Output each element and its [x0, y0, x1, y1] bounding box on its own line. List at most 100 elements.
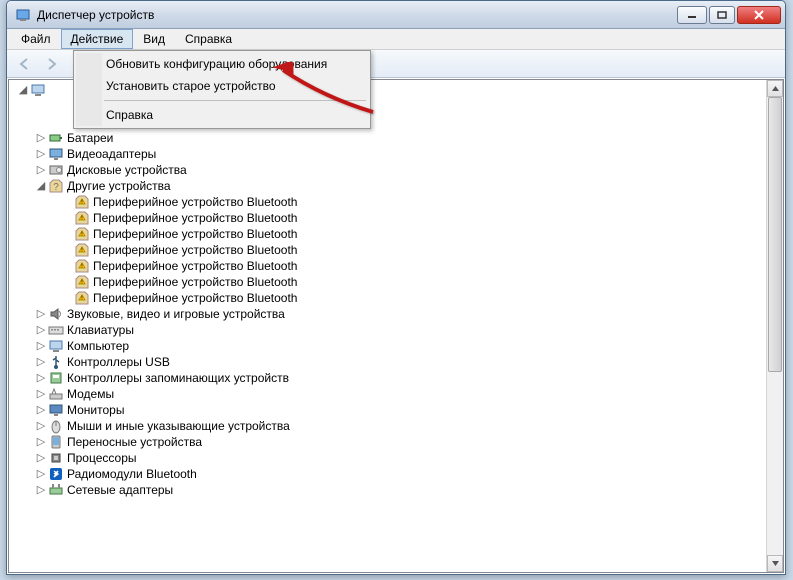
- portable-icon: [48, 434, 64, 450]
- scroll-down-button[interactable]: [767, 555, 783, 572]
- expander-icon[interactable]: ▷: [35, 482, 47, 498]
- tree-item-label[interactable]: Периферийное устройство Bluetooth: [93, 274, 297, 290]
- menu-help[interactable]: Справка: [175, 29, 242, 49]
- tree-item[interactable]: ▷ Сетевые адаптеры: [13, 482, 765, 498]
- tree-item[interactable]: ▷ Мониторы: [13, 402, 765, 418]
- menu-file[interactable]: Файл: [11, 29, 61, 49]
- tree-item-label[interactable]: Периферийное устройство Bluetooth: [93, 226, 297, 242]
- warn-icon: !: [74, 210, 90, 226]
- computer-icon: [30, 82, 46, 98]
- scroll-track[interactable]: [767, 97, 783, 555]
- tree-item-label[interactable]: Периферийное устройство Bluetooth: [93, 242, 297, 258]
- minimize-button[interactable]: [677, 6, 707, 24]
- tree-item-label[interactable]: Батареи: [67, 130, 113, 146]
- expander-icon[interactable]: ▷: [35, 354, 47, 370]
- tree-item[interactable]: ▷ Процессоры: [13, 450, 765, 466]
- tree-item[interactable]: ▷ Контроллеры запоминающих устройств: [13, 370, 765, 386]
- battery-icon: [48, 130, 64, 146]
- expander-icon[interactable]: ▷: [35, 450, 47, 466]
- tree-item-label[interactable]: Периферийное устройство Bluetooth: [93, 210, 297, 226]
- tree-item[interactable]: !Периферийное устройство Bluetooth: [13, 242, 765, 258]
- client-area: ◢ ▷ ▷ ▷ Батареи ▷ Видеоадаптеры ▷ Дисковые ус…: [8, 79, 784, 573]
- expander-icon[interactable]: ▷: [35, 130, 47, 146]
- tree-item[interactable]: ▷ Мыши и иные указывающие устройства: [13, 418, 765, 434]
- tree-item[interactable]: ▷ Звуковые, видео и игровые устройства: [13, 306, 765, 322]
- scroll-thumb[interactable]: [768, 97, 782, 372]
- tree-item[interactable]: ▷ Видеоадаптеры: [13, 146, 765, 162]
- tree-item[interactable]: ▷ Переносные устройства: [13, 434, 765, 450]
- expander-icon[interactable]: ▷: [35, 418, 47, 434]
- expander-icon[interactable]: ▷: [35, 434, 47, 450]
- menubar: Файл Действие Вид Справка: [7, 29, 785, 50]
- tree-item[interactable]: !Периферийное устройство Bluetooth: [13, 274, 765, 290]
- expander-icon[interactable]: ▷: [35, 146, 47, 162]
- bluetooth-icon: [48, 466, 64, 482]
- expander-icon[interactable]: ▷: [35, 162, 47, 178]
- menu-separator: [104, 100, 366, 101]
- tree-item-label[interactable]: Периферийное устройство Bluetooth: [93, 290, 297, 306]
- expander-icon[interactable]: ▷: [35, 386, 47, 402]
- warn-icon: !: [74, 290, 90, 306]
- modem-icon: [48, 386, 64, 402]
- forward-button[interactable]: [39, 53, 63, 75]
- vertical-scrollbar[interactable]: [766, 80, 783, 572]
- tree-item-label[interactable]: Другие устройства: [67, 178, 171, 194]
- expander-icon[interactable]: ▷: [35, 402, 47, 418]
- tree-item-label[interactable]: Дисковые устройства: [67, 162, 187, 178]
- tree-item-label[interactable]: Периферийное устройство Bluetooth: [93, 258, 297, 274]
- tree-item[interactable]: !Периферийное устройство Bluetooth: [13, 194, 765, 210]
- tree-item[interactable]: !Периферийное устройство Bluetooth: [13, 210, 765, 226]
- tree-item-label[interactable]: Контроллеры USB: [67, 354, 170, 370]
- tree-item-label[interactable]: Компьютер: [67, 338, 129, 354]
- computer-icon: [48, 338, 64, 354]
- tree-item[interactable]: ▷ Радиомодули Bluetooth: [13, 466, 765, 482]
- tree-item[interactable]: ▷ Модемы: [13, 386, 765, 402]
- tree-item-label[interactable]: Видеоадаптеры: [67, 146, 156, 162]
- keyboard-icon: [48, 322, 64, 338]
- tree-item-label[interactable]: Мониторы: [67, 402, 124, 418]
- disk-icon: [48, 162, 64, 178]
- tree-item[interactable]: !Периферийное устройство Bluetooth: [13, 258, 765, 274]
- expander-icon[interactable]: ▷: [35, 322, 47, 338]
- scroll-up-button[interactable]: [767, 80, 783, 97]
- back-button[interactable]: [13, 53, 37, 75]
- menu-add-legacy[interactable]: Установить старое устройство: [76, 75, 368, 97]
- expander-icon[interactable]: ◢: [17, 82, 29, 98]
- tree-item[interactable]: ▷ Компьютер: [13, 338, 765, 354]
- tree-item-label[interactable]: Периферийное устройство Bluetooth: [93, 194, 297, 210]
- tree-item-label[interactable]: Мыши и иные указывающие устройства: [67, 418, 290, 434]
- expander-icon[interactable]: ▷: [35, 338, 47, 354]
- menu-view[interactable]: Вид: [133, 29, 175, 49]
- expander-icon[interactable]: ▷: [35, 466, 47, 482]
- sound-icon: [48, 306, 64, 322]
- expander-icon[interactable]: ▷: [35, 306, 47, 322]
- menu-action[interactable]: Действие: [61, 29, 134, 49]
- tree-item[interactable]: ◢?Другие устройства: [13, 178, 765, 194]
- tree-item-label[interactable]: Контроллеры запоминающих устройств: [67, 370, 289, 386]
- maximize-button[interactable]: [709, 6, 735, 24]
- tree-item-label[interactable]: Радиомодули Bluetooth: [67, 466, 197, 482]
- menu-help[interactable]: Справка: [76, 104, 368, 126]
- tree-item[interactable]: !Периферийное устройство Bluetooth: [13, 290, 765, 306]
- tree-item-label[interactable]: Переносные устройства: [67, 434, 202, 450]
- tree-item[interactable]: ▷ Клавиатуры: [13, 322, 765, 338]
- tree-item[interactable]: ▷ Дисковые устройства: [13, 162, 765, 178]
- tree-item-label[interactable]: Звуковые, видео и игровые устройства: [67, 306, 285, 322]
- monitor-icon: [48, 402, 64, 418]
- close-button[interactable]: [737, 6, 781, 24]
- expander-icon[interactable]: ◢: [35, 178, 47, 194]
- tree-item-label[interactable]: Клавиатуры: [67, 322, 134, 338]
- network-icon: [48, 482, 64, 498]
- app-icon: [15, 7, 31, 23]
- tree-item[interactable]: ▷ Контроллеры USB: [13, 354, 765, 370]
- warn-icon: !: [74, 226, 90, 242]
- tree-item[interactable]: ▷ Батареи: [13, 130, 765, 146]
- expander-icon[interactable]: ▷: [35, 370, 47, 386]
- tree-item-label[interactable]: Модемы: [67, 386, 114, 402]
- menu-scan-hardware[interactable]: Обновить конфигурацию оборудования: [76, 53, 368, 75]
- titlebar[interactable]: Диспетчер устройств: [7, 1, 785, 29]
- tree-item[interactable]: !Периферийное устройство Bluetooth: [13, 226, 765, 242]
- tree-item-label[interactable]: Процессоры: [67, 450, 137, 466]
- tree-item-label[interactable]: Сетевые адаптеры: [67, 482, 173, 498]
- device-tree[interactable]: ◢ ▷ ▷ ▷ Батареи ▷ Видеоадаптеры ▷ Дисковые ус…: [9, 80, 765, 572]
